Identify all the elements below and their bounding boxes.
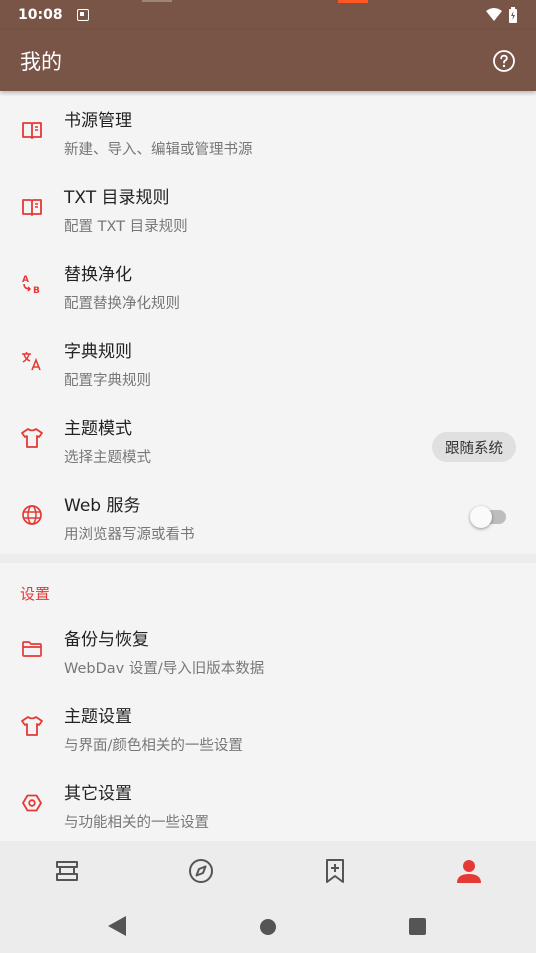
- home-button[interactable]: [260, 919, 276, 935]
- row-replace-rule[interactable]: A B 替换净化 配置替换净化规则: [0, 247, 536, 324]
- app-bar: 我的: [0, 30, 536, 91]
- tab-explore[interactable]: [134, 841, 268, 901]
- tab-my[interactable]: [402, 841, 536, 901]
- svg-text:A: A: [22, 275, 29, 285]
- row-title: Web 服务: [64, 496, 141, 516]
- row-title: 书源管理: [64, 111, 132, 131]
- explore-icon: [189, 859, 213, 883]
- row-subtitle: 与界面/颜色相关的一些设置: [64, 738, 243, 754]
- book-open-icon: [22, 122, 42, 139]
- folder-icon: [22, 641, 42, 657]
- switch-thumb: [470, 506, 492, 528]
- row-other-settings[interactable]: 其它设置 与功能相关的一些设置: [0, 766, 536, 841]
- tab-bookshelf[interactable]: [0, 841, 134, 901]
- row-subtitle: 配置字典规则: [64, 373, 151, 389]
- row-subtitle: 配置替换净化规则: [64, 296, 180, 312]
- row-title: 主题模式: [64, 419, 132, 439]
- status-time: 10:08: [18, 7, 63, 23]
- bottom-navigation: [0, 841, 536, 901]
- row-dict-rule[interactable]: 字典规则 配置字典规则: [0, 324, 536, 401]
- row-title: 备份与恢复: [64, 630, 149, 650]
- row-theme-settings[interactable]: 主题设置 与界面/颜色相关的一些设置: [0, 689, 536, 766]
- row-title: 其它设置: [64, 784, 132, 804]
- system-navigation-bar: [0, 901, 536, 953]
- web-service-switch[interactable]: [470, 504, 506, 528]
- row-theme-mode[interactable]: 主题模式 选择主题模式 跟随系统: [0, 401, 536, 478]
- row-title: 主题设置: [64, 707, 132, 727]
- book-open-icon: [22, 199, 42, 216]
- row-book-source[interactable]: 书源管理 新建、导入、编辑或管理书源: [0, 93, 536, 170]
- row-subtitle: 新建、导入、编辑或管理书源: [64, 142, 253, 158]
- row-web-service[interactable]: Web 服务 用浏览器写源或看书: [0, 478, 536, 555]
- row-subtitle: WebDav 设置/导入旧版本数据: [64, 661, 265, 677]
- back-icon[interactable]: [108, 916, 126, 936]
- row-title: 字典规则: [64, 342, 132, 362]
- help-icon[interactable]: [492, 49, 516, 73]
- bookshelf-icon: [56, 861, 78, 881]
- status-indicator: [142, 0, 172, 2]
- wifi-icon: [486, 8, 502, 21]
- svg-text:B: B: [33, 286, 40, 296]
- translate-icon: [22, 352, 41, 371]
- battery-icon: [509, 7, 517, 23]
- content-list[interactable]: 书源管理 新建、导入、编辑或管理书源 TXT 目录规则 配置 TXT 目录规则 …: [0, 91, 536, 841]
- row-subtitle: 用浏览器写源或看书: [64, 527, 195, 543]
- status-bar: 10:08: [0, 0, 536, 30]
- section-divider: [0, 554, 536, 563]
- bookmark-add-icon: [326, 859, 344, 883]
- find-replace-icon: A B: [22, 275, 40, 296]
- globe-icon: [22, 505, 42, 525]
- row-title: 替换净化: [64, 265, 132, 285]
- notification-icon: [76, 9, 89, 21]
- person-icon: [457, 860, 481, 883]
- theme-mode-chip[interactable]: 跟随系统: [432, 432, 516, 462]
- page-title: 我的: [20, 49, 62, 74]
- row-backup-restore[interactable]: 备份与恢复 WebDav 设置/导入旧版本数据: [0, 612, 536, 689]
- row-txt-toc-rule[interactable]: TXT 目录规则 配置 TXT 目录规则: [0, 170, 536, 247]
- row-subtitle: 选择主题模式: [64, 450, 151, 466]
- row-subtitle: 配置 TXT 目录规则: [64, 219, 188, 235]
- recent-apps-button[interactable]: [409, 918, 426, 935]
- tshirt-icon: [21, 716, 43, 736]
- settings-hex-icon: [22, 794, 42, 812]
- status-indicator-accent: [338, 0, 368, 3]
- tshirt-icon: [21, 428, 43, 448]
- settings-section-header: 设置: [20, 585, 51, 603]
- row-title: TXT 目录规则: [64, 188, 170, 208]
- row-subtitle: 与功能相关的一些设置: [64, 815, 209, 831]
- tab-rss[interactable]: [268, 841, 402, 901]
